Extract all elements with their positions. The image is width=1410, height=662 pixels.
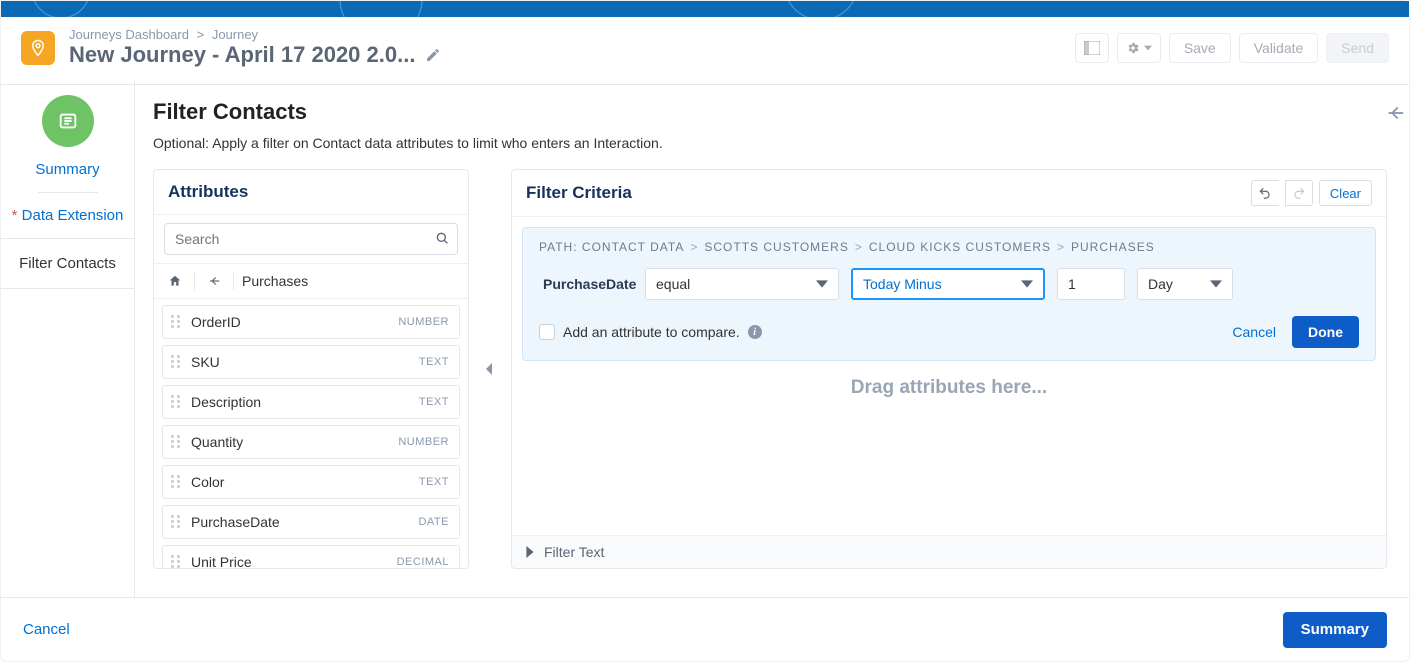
unit-value: Day	[1148, 276, 1173, 292]
operator-select[interactable]: equal	[645, 268, 839, 300]
breadcrumb-leaf: Journey	[212, 27, 258, 42]
relative-date-select[interactable]: Today Minus	[851, 268, 1045, 300]
attribute-name: OrderID	[191, 314, 241, 330]
attribute-name: Color	[191, 474, 224, 490]
page-header: Journeys Dashboard > Journey New Journey…	[1, 17, 1409, 85]
attributes-home-icon[interactable]	[164, 270, 186, 292]
relative-date-value: Today Minus	[863, 276, 942, 292]
attributes-crumb-current: Purchases	[242, 273, 308, 289]
breadcrumb: Journeys Dashboard > Journey	[69, 27, 441, 42]
chevron-right-icon	[524, 546, 536, 558]
attribute-name: SKU	[191, 354, 220, 370]
criteria-dropzone[interactable]: Drag attributes here...	[522, 377, 1376, 399]
panel-splitter[interactable]	[485, 169, 495, 569]
attribute-item[interactable]: Unit Price DECIMAL	[162, 545, 460, 568]
attribute-item[interactable]: SKU TEXT	[162, 345, 460, 379]
criteria-path: PATH: CONTACT DATA>SCOTTS CUSTOMERS>CLOU…	[539, 240, 1359, 254]
journey-title: New Journey - April 17 2020 2.0...	[69, 42, 415, 68]
search-icon	[434, 230, 450, 246]
footer-summary-button[interactable]: Summary	[1283, 612, 1387, 648]
attribute-type: TEXT	[419, 396, 449, 408]
add-attribute-compare-label: Add an attribute to compare.	[563, 324, 740, 340]
edit-title-icon[interactable]	[425, 47, 441, 63]
criteria-cancel-link[interactable]: Cancel	[1232, 324, 1276, 340]
filter-criteria-panel: Filter Criteria Clear PATH: CONTACT DATA…	[511, 169, 1387, 569]
clear-button[interactable]: Clear	[1319, 180, 1372, 206]
attribute-name: Unit Price	[191, 554, 252, 568]
criteria-card: PATH: CONTACT DATA>SCOTTS CUSTOMERS>CLOU…	[522, 227, 1376, 361]
rail-filter-contacts-step: Filter Contacts	[1, 238, 134, 289]
drag-handle-icon	[171, 515, 183, 529]
summary-step-icon	[42, 95, 94, 147]
breadcrumb-root[interactable]: Journeys Dashboard	[69, 27, 189, 42]
attribute-name: Description	[191, 394, 261, 410]
breadcrumb-sep: >	[197, 27, 205, 42]
rail-data-extension-link[interactable]: Data Extension	[6, 203, 130, 228]
header-actions: Save Validate Send	[1075, 33, 1389, 63]
drag-handle-icon	[171, 555, 183, 568]
attributes-breadcrumb: Purchases	[154, 263, 468, 299]
attribute-type: TEXT	[419, 356, 449, 368]
criteria-field-label: PurchaseDate	[543, 276, 633, 292]
drag-handle-icon	[171, 355, 183, 369]
drag-handle-icon	[171, 435, 183, 449]
drag-handle-icon	[171, 475, 183, 489]
rail-separator	[38, 192, 98, 193]
chevron-down-icon	[1210, 278, 1222, 290]
filter-criteria-title: Filter Criteria	[526, 183, 632, 203]
undo-button[interactable]	[1251, 180, 1279, 206]
validate-button[interactable]: Validate	[1239, 33, 1319, 63]
attribute-item[interactable]: Quantity NUMBER	[162, 425, 460, 459]
attributes-panel: Attributes Purchases	[153, 169, 469, 569]
operator-value: equal	[656, 276, 690, 292]
attributes-back-icon[interactable]	[203, 270, 225, 292]
criteria-done-button[interactable]: Done	[1292, 316, 1359, 348]
attribute-type: TEXT	[419, 476, 449, 488]
attribute-type: DATE	[418, 516, 449, 528]
filter-text-toggle[interactable]: Filter Text	[512, 535, 1386, 568]
footer-cancel-link[interactable]: Cancel	[23, 621, 70, 638]
attribute-item[interactable]: OrderID NUMBER	[162, 305, 460, 339]
attribute-name: PurchaseDate	[191, 514, 280, 530]
attribute-type: NUMBER	[398, 316, 449, 328]
save-button[interactable]: Save	[1169, 33, 1231, 63]
info-icon[interactable]: i	[748, 325, 762, 339]
rail-summary-link[interactable]: Summary	[29, 157, 105, 182]
chevron-down-icon	[816, 278, 828, 290]
footer-bar: Cancel Summary	[1, 597, 1409, 661]
drag-handle-icon	[171, 395, 183, 409]
toggle-sidebar-button[interactable]	[1075, 33, 1109, 63]
page-subtitle: Optional: Apply a filter on Contact data…	[153, 135, 1387, 151]
page-title: Filter Contacts	[153, 99, 1387, 125]
attribute-type: NUMBER	[398, 436, 449, 448]
settings-menu-button[interactable]	[1117, 33, 1161, 63]
unit-select[interactable]: Day	[1137, 268, 1233, 300]
main-panel: Filter Contacts Optional: Apply a filter…	[135, 81, 1409, 597]
redo-button[interactable]	[1285, 180, 1313, 206]
chevron-down-icon	[1144, 44, 1152, 52]
send-button: Send	[1326, 33, 1389, 63]
attribute-type: DECIMAL	[397, 556, 449, 568]
filter-text-label: Filter Text	[544, 544, 604, 560]
add-attribute-compare-checkbox[interactable]	[539, 324, 555, 340]
relative-amount-input[interactable]	[1057, 268, 1125, 300]
attributes-search-input[interactable]	[164, 223, 458, 255]
attribute-item[interactable]: PurchaseDate DATE	[162, 505, 460, 539]
attribute-name: Quantity	[191, 434, 243, 450]
attributes-title: Attributes	[154, 170, 468, 215]
step-rail: Summary Data Extension Filter Contacts	[1, 81, 135, 597]
attribute-item[interactable]: Color TEXT	[162, 465, 460, 499]
back-arrow-icon[interactable]	[1381, 99, 1409, 127]
attribute-item[interactable]: Description TEXT	[162, 385, 460, 419]
chevron-down-icon	[1021, 278, 1033, 290]
attributes-list: OrderID NUMBER SKU TEXT Description TEXT Quant…	[154, 299, 468, 568]
drag-handle-icon	[171, 315, 183, 329]
journey-app-icon	[21, 31, 55, 65]
top-decorative-band	[1, 1, 1409, 17]
